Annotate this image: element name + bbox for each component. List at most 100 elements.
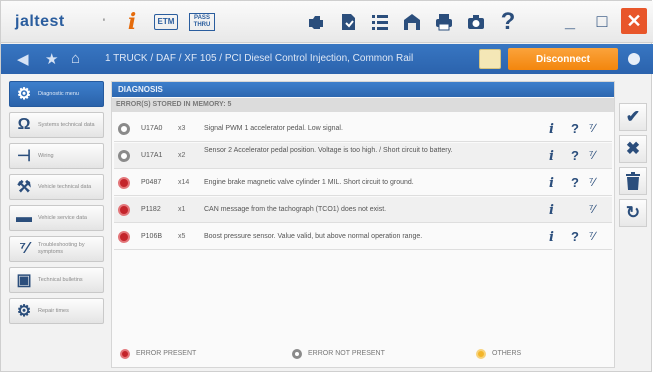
sidebar-item-service-data[interactable]: ▬ Vehicle service data [9,205,104,231]
sidebar-item-label: Troubleshooting by symptoms [38,242,85,255]
back-arrow-icon[interactable]: ◀ [17,50,29,68]
engine-button[interactable] [303,9,329,35]
error-count: x1 [178,206,186,213]
garage-icon [404,14,420,30]
sidebar-item-bulletins[interactable]: ▣ Technical bulletins [9,267,104,293]
help-button[interactable]: ? [495,8,521,35]
refresh-button[interactable]: ↻ [619,199,647,227]
error-row[interactable]: P106B x5 Boost pressure sensor. Value va… [114,224,612,250]
sidebar-item-systems-data[interactable]: Ω Systems technical data [9,112,104,138]
legend-present-label: ERROR PRESENT [136,350,197,357]
print-icon [436,14,452,31]
repair-times-icon: ⚙ [16,303,32,320]
help-icon: ? [500,8,516,35]
error-code: P106B [141,233,163,240]
error-troubleshoot-icon[interactable]: ⁷∕ [589,148,595,162]
refresh-icon: ↻ [625,203,641,222]
sidebar-item-label: Technical bulletins [38,276,83,283]
minimize-icon: _ [564,10,575,31]
maximize-button[interactable]: □ [589,8,615,34]
error-troubleshoot-icon[interactable]: ⁷∕ [589,121,595,135]
favorite-star-icon[interactable]: ★ [45,50,58,68]
error-troubleshoot-icon[interactable]: ⁷∕ [589,229,595,243]
sidebar-item-wiring[interactable]: ⊣ Wiring [9,143,104,169]
disconnect-button[interactable]: Disconnect [508,48,618,70]
error-code: U17A1 [141,152,163,159]
error-help-icon[interactable]: ? [571,121,579,136]
engine-icon [309,16,323,29]
error-help-icon[interactable]: ? [571,229,579,244]
sidebar-item-label: Wiring [38,152,54,159]
error-code: P0487 [141,179,162,186]
error-description: Boost pressure sensor. Value valid, but … [204,233,423,240]
sidebar-item-vehicle-data[interactable]: ⚒ Vehicle technical data [9,174,104,200]
etm-button[interactable]: ETM [151,9,181,35]
error-info-icon[interactable]: i [549,176,554,191]
close-icon: ✕ [626,10,642,31]
error-info-icon[interactable]: i [549,149,554,164]
list-button[interactable] [367,9,393,35]
garage-button[interactable] [399,9,425,35]
error-code: P1182 [141,206,161,213]
error-info-icon[interactable]: i [549,230,554,245]
error-description: CAN message from the tachograph (TCO1) d… [204,206,387,213]
app-logo: jaltest [15,13,65,30]
error-description: Sensor 2 Accelerator pedal position. Vol… [204,147,453,154]
legend-others-label: OTHERS [492,350,522,357]
error-row[interactable]: U17A1 x2 Sensor 2 Accelerator pedal posi… [114,143,612,169]
confirm-button[interactable]: ✔ [619,103,647,131]
document-button[interactable] [335,9,361,35]
top-toolbar: jaltest ꞌ i ETM PASS THRU ? _ □ ✕ [1,1,653,43]
diagnostic-icon: ⚙ [16,86,32,103]
status-legend: ERROR PRESENT ERROR NOT PRESENT OTHERS [116,347,612,363]
cancel-button[interactable]: ✖ [619,135,647,163]
service-icon: ▬ [16,209,32,226]
camera-icon [468,15,484,29]
list-icon [372,15,388,30]
legend-not-present-label: ERROR NOT PRESENT [308,350,385,357]
sidebar-item-diagnostic-menu[interactable]: ⚙ Diagnostic menu [9,81,104,107]
error-present-icon [118,177,130,189]
nav-bar: ◀ ★ ⌂ 1 TRUCK / DAF / XF 105 / PCI Diese… [1,44,653,74]
error-help-icon[interactable]: ? [571,175,579,190]
error-info-icon[interactable]: i [549,203,554,218]
legend-present-icon [120,349,130,359]
error-help-icon[interactable]: ? [571,148,579,163]
pass-thru-button[interactable]: PASS THRU [187,9,217,35]
right-actions: ✔ ✖ ↻ [619,81,647,231]
sidebar-item-troubleshooting[interactable]: ⁷∕ Troubleshooting by symptoms [9,236,104,262]
minimize-button[interactable]: _ [557,8,583,34]
sidebar-item-label: Systems technical data [38,121,95,128]
checkmark-icon: ✔ [625,107,641,126]
sidebar-item-label: Vehicle technical data [38,183,92,190]
error-present-icon [118,204,130,216]
print-button[interactable] [431,9,457,35]
errors-count-header: ERROR(S) STORED IN MEMORY: 5 [112,98,614,112]
tool-small-icon[interactable]: ꞌ [93,9,115,35]
info-icon: i [127,9,137,35]
delete-button[interactable] [619,167,647,195]
sidebar-item-label: Diagnostic menu [38,90,79,97]
error-row[interactable]: P1182 x1 CAN message from the tachograph… [114,197,612,223]
error-troubleshoot-icon[interactable]: ⁷∕ [589,202,595,216]
troubleshoot-icon: ⁷∕ [19,240,29,257]
sidebar-item-label: Vehicle service data [38,214,87,221]
close-icon: ✖ [625,139,641,158]
camera-button[interactable] [463,9,489,35]
error-info-icon[interactable]: i [549,122,554,137]
error-troubleshoot-icon[interactable]: ⁷∕ [589,175,595,189]
close-button[interactable]: ✕ [621,8,647,34]
connection-status-icon [628,53,640,65]
home-icon[interactable]: ⌂ [71,50,80,67]
etm-label: ETM [153,14,179,30]
notes-button[interactable] [479,49,501,69]
breadcrumb[interactable]: 1 TRUCK / DAF / XF 105 / PCI Diesel Cont… [105,53,413,64]
error-present-icon [118,231,130,243]
error-row[interactable]: P0487 x14 Engine brake magnetic valve cy… [114,170,612,196]
info-button[interactable]: i [121,9,143,35]
vehicle-data-icon: ⚒ [16,179,32,196]
error-not-present-icon [118,150,130,162]
legend-not-present-icon [292,349,302,359]
sidebar-item-repair-times[interactable]: ⚙ Repair times [9,298,104,324]
error-row[interactable]: U17A0 x3 Signal PWM 1 accelerator pedal.… [114,116,612,142]
